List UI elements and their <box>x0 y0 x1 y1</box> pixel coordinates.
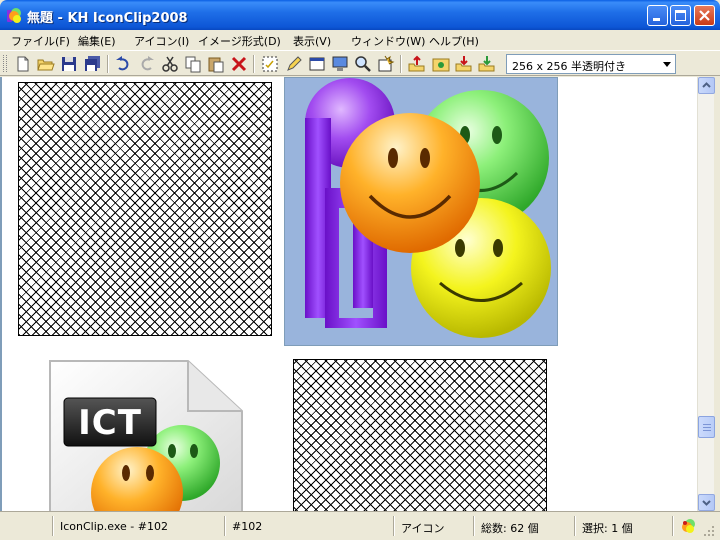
size-format-value: 256 x 256 半透明付き <box>512 60 626 73</box>
export-icon[interactable] <box>408 55 426 73</box>
image-icon[interactable] <box>432 55 450 73</box>
title-bar[interactable]: 無題 - KH IconClip2008 <box>0 0 720 30</box>
status-selected: 選択: 1 個 <box>582 522 633 535</box>
status-divider <box>224 516 226 536</box>
status-divider <box>52 516 54 536</box>
menu-view[interactable]: 表示(V) <box>293 33 331 49</box>
maximize-icon <box>675 10 686 21</box>
chevron-down-icon <box>702 500 711 506</box>
icon-tile-transparent-1[interactable] <box>18 82 272 336</box>
app-status-icon <box>682 519 695 533</box>
resize-grip-icon[interactable] <box>702 524 716 538</box>
icon-tile-transparent-2[interactable] <box>293 359 547 511</box>
toolbar-separator <box>253 55 255 73</box>
properties-icon[interactable] <box>377 55 395 73</box>
icon-tile-iconclip-smileys[interactable] <box>284 77 558 346</box>
window-icon[interactable] <box>308 55 326 73</box>
iconclip-smileys-image <box>305 78 551 338</box>
menu-file[interactable]: ファイル(F) <box>11 33 70 49</box>
open-folder-icon[interactable] <box>37 55 55 73</box>
status-divider <box>473 516 475 536</box>
toolbar: 256 x 256 半透明付き <box>0 50 720 76</box>
extract-icon[interactable] <box>478 55 496 73</box>
status-divider <box>672 516 674 536</box>
ict-label: ICT <box>78 403 142 443</box>
monitor-icon[interactable] <box>331 55 349 73</box>
status-divider <box>393 516 395 536</box>
vertical-scrollbar[interactable] <box>697 77 715 511</box>
menu-bar: ファイル(F) 編集(E) アイコン(I) イメージ形式(D) 表示(V) ウィ… <box>0 30 720 50</box>
status-resource: IconClip.exe - #102 <box>60 520 168 533</box>
zoom-icon[interactable] <box>354 55 372 73</box>
minimize-icon <box>653 18 660 21</box>
status-type: アイコン <box>401 522 445 535</box>
status-total: 総数: 62 個 <box>481 522 539 535</box>
select-icon[interactable] <box>261 55 279 73</box>
cut-icon[interactable] <box>161 55 179 73</box>
save-all-icon[interactable] <box>84 55 102 73</box>
import-icon[interactable] <box>455 55 473 73</box>
delete-icon[interactable] <box>230 55 248 73</box>
menu-edit[interactable]: 編集(E) <box>78 33 116 49</box>
scroll-thumb[interactable] <box>698 416 715 438</box>
toolbar-separator <box>107 55 109 73</box>
save-icon[interactable] <box>60 55 78 73</box>
menu-window[interactable]: ウィンドウ(W) <box>351 33 425 49</box>
scroll-up-button[interactable] <box>698 77 715 94</box>
status-id: #102 <box>232 520 263 533</box>
redo-icon[interactable] <box>138 55 156 73</box>
status-bar: IconClip.exe - #102 #102 アイコン 総数: 62 個 選… <box>0 511 720 540</box>
app-icon[interactable] <box>6 7 22 23</box>
chevron-up-icon <box>702 82 711 88</box>
menu-image-format[interactable]: イメージ形式(D) <box>198 33 281 49</box>
size-format-select[interactable]: 256 x 256 半透明付き <box>506 54 676 74</box>
close-icon <box>699 10 710 21</box>
icon-tile-ict-file[interactable]: ICT <box>32 353 262 511</box>
toolbar-separator <box>400 55 402 73</box>
new-file-icon[interactable] <box>14 55 32 73</box>
undo-icon[interactable] <box>114 55 132 73</box>
menu-help[interactable]: ヘルプ(H) <box>429 33 479 49</box>
window-title: 無題 - KH IconClip2008 <box>27 11 188 26</box>
toolbar-grip[interactable] <box>3 55 7 72</box>
chevron-down-icon[interactable] <box>663 62 671 67</box>
pencil-icon[interactable] <box>285 55 303 73</box>
copy-icon[interactable] <box>184 55 202 73</box>
icon-list-view[interactable]: ICT <box>0 77 697 511</box>
status-divider <box>574 516 576 536</box>
maximize-button[interactable] <box>670 5 691 26</box>
paste-icon[interactable] <box>207 55 225 73</box>
scroll-down-button[interactable] <box>698 494 715 511</box>
minimize-button[interactable] <box>647 5 668 26</box>
menu-icon[interactable]: アイコン(I) <box>134 33 189 49</box>
close-button[interactable] <box>694 5 715 26</box>
